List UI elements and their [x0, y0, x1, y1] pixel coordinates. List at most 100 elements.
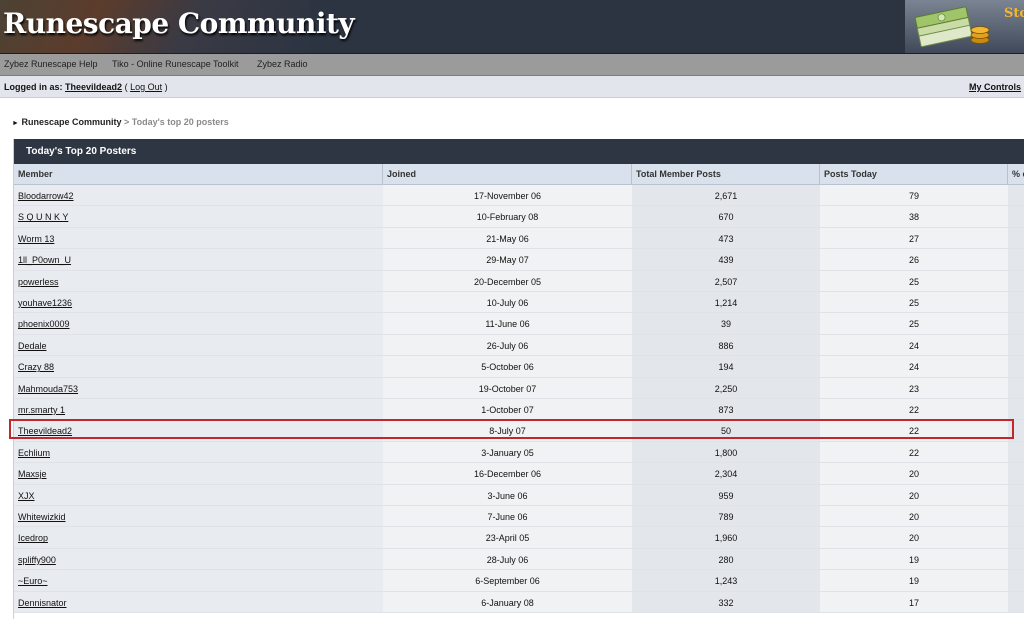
member-link[interactable]: spliffy900 [18, 555, 56, 565]
member-link[interactable]: Mahmouda753 [18, 384, 78, 394]
percent-cell [1008, 313, 1024, 334]
percent-cell [1008, 484, 1024, 505]
joined-cell: 28-July 06 [383, 548, 632, 570]
table-row: Worm 13 21-May 06 473 27 [14, 227, 1024, 250]
logged-in-status: Logged in as: Theevildead2 ( Log Out ) [4, 82, 168, 92]
top-posters-panel: Today's Top 20 Posters Member Joined Tot… [13, 139, 1024, 619]
joined-cell: 19-October 07 [383, 377, 632, 398]
joined-cell: 23-April 05 [383, 527, 632, 548]
posts-today-cell: 19 [820, 570, 1008, 591]
my-controls-link[interactable]: My Controls [969, 82, 1021, 92]
member-link[interactable]: Worm 13 [18, 234, 54, 244]
joined-cell: 10-February 08 [383, 206, 632, 227]
joined-cell: 5-October 06 [383, 356, 632, 377]
member-link[interactable]: Dennisnator [18, 598, 67, 608]
percent-cell [1008, 441, 1024, 463]
column-header-total-posts[interactable]: Total Member Posts [632, 164, 820, 185]
money-stack-icon[interactable] [912, 4, 996, 48]
percent-cell [1008, 591, 1024, 612]
joined-cell: 3-June 06 [383, 484, 632, 505]
posts-today-cell: 17 [820, 591, 1008, 612]
member-cell: XJX [14, 484, 383, 505]
table-row: 1ll_P0own_U 29-May 07 439 26 [14, 249, 1024, 271]
member-cell: Icedrop [14, 527, 383, 548]
member-link[interactable]: phoenix0009 [18, 319, 70, 329]
member-link[interactable]: Echlium [18, 448, 50, 458]
breadcrumb-separator: > [124, 117, 130, 127]
breadcrumb-community-link[interactable]: Runescape Community [21, 117, 121, 127]
member-link[interactable]: Crazy 88 [18, 362, 54, 372]
total-posts-cell: 1,243 [632, 570, 820, 591]
member-link[interactable]: Dedale [18, 341, 47, 351]
member-cell: Echlium [14, 441, 383, 463]
nav-link-zybez-help[interactable]: Zybez Runescape Help [4, 59, 98, 69]
joined-cell: 1-October 07 [383, 399, 632, 420]
posts-today-cell: 26 [820, 249, 1008, 270]
site-title[interactable]: Runescape Community [3, 7, 355, 40]
table-row: Bloodarrow42 17-November 06 2,671 79 [14, 185, 1024, 207]
joined-cell: 3-January 05 [383, 441, 632, 463]
column-header-percent[interactable]: % c [1008, 164, 1024, 185]
percent-cell [1008, 570, 1024, 591]
member-cell: Worm 13 [14, 227, 383, 249]
posts-today-cell: 22 [820, 420, 1008, 441]
nav-bar: Zybez Runescape Help Tiko - Online Runes… [0, 54, 1024, 76]
percent-cell [1008, 249, 1024, 270]
member-link[interactable]: youhave1236 [18, 298, 72, 308]
nav-link-tiko-toolkit[interactable]: Tiko - Online Runescape Toolkit [112, 59, 239, 69]
member-link[interactable]: Bloodarrow42 [18, 191, 74, 201]
total-posts-cell: 39 [632, 313, 820, 334]
table-row: Maxsje 16-December 06 2,304 20 [14, 463, 1024, 485]
member-cell: Maxsje [14, 463, 383, 484]
breadcrumb: ► Runescape Community > Today's top 20 p… [12, 117, 229, 127]
store-label[interactable]: Sto [1004, 6, 1024, 21]
column-header-posts-today[interactable]: Posts Today [820, 164, 1008, 185]
posts-today-cell: 23 [820, 377, 1008, 398]
member-link[interactable]: XJX [18, 491, 35, 501]
joined-cell: 21-May 06 [383, 227, 632, 249]
table-header: Member Joined Total Member Posts Posts T… [14, 164, 1024, 185]
member-cell: ~Euro~ [14, 570, 383, 591]
joined-cell: 10-July 06 [383, 292, 632, 313]
posts-today-cell: 25 [820, 270, 1008, 291]
column-header-member[interactable]: Member [14, 164, 383, 185]
member-link[interactable]: Icedrop [18, 533, 48, 543]
member-link[interactable]: mr.smarty 1 [18, 405, 65, 415]
member-link[interactable]: powerless [18, 277, 59, 287]
total-posts-cell: 2,304 [632, 463, 820, 484]
member-link[interactable]: ~Euro~ [18, 576, 48, 586]
table-row: Whitewizkid 7-June 06 789 20 [14, 506, 1024, 528]
member-cell: S Q U N K Y [14, 206, 383, 227]
percent-cell [1008, 527, 1024, 548]
table-row: Dedale 26-July 06 886 24 [14, 334, 1024, 357]
member-link[interactable]: Whitewizkid [18, 512, 66, 522]
member-cell: Crazy 88 [14, 356, 383, 377]
total-posts-cell: 1,960 [632, 527, 820, 548]
joined-cell: 17-November 06 [383, 185, 632, 206]
member-cell: Bloodarrow42 [14, 185, 383, 206]
member-link[interactable]: Theevildead2 [18, 426, 72, 436]
member-cell: youhave1236 [14, 292, 383, 313]
total-posts-cell: 1,214 [632, 292, 820, 313]
member-link[interactable]: Maxsje [18, 469, 47, 479]
posts-today-cell: 25 [820, 292, 1008, 313]
breadcrumb-arrow-icon: ► [12, 120, 19, 127]
nav-link-zybez-radio[interactable]: Zybez Radio [257, 59, 308, 69]
member-link[interactable]: S Q U N K Y [18, 212, 68, 222]
panel-title: Today's Top 20 Posters [26, 146, 137, 157]
total-posts-cell: 2,250 [632, 377, 820, 398]
member-cell: Dedale [14, 334, 383, 356]
username-link[interactable]: Theevildead2 [65, 82, 122, 92]
table-row: Echlium 3-January 05 1,800 22 [14, 441, 1024, 464]
table-row: mr.smarty 1 1-October 07 873 22 [14, 399, 1024, 421]
table-row: powerless 20-December 05 2,507 25 [14, 270, 1024, 292]
member-link[interactable]: 1ll_P0own_U [18, 255, 71, 265]
joined-cell: 29-May 07 [383, 249, 632, 270]
table-row: XJX 3-June 06 959 20 [14, 484, 1024, 506]
joined-cell: 16-December 06 [383, 463, 632, 484]
column-header-joined[interactable]: Joined [383, 164, 632, 185]
logout-link[interactable]: Log Out [130, 82, 162, 92]
table-row: S Q U N K Y 10-February 08 670 38 [14, 206, 1024, 228]
table-row: youhave1236 10-July 06 1,214 25 [14, 292, 1024, 314]
member-cell: Theevildead2 [14, 420, 383, 441]
